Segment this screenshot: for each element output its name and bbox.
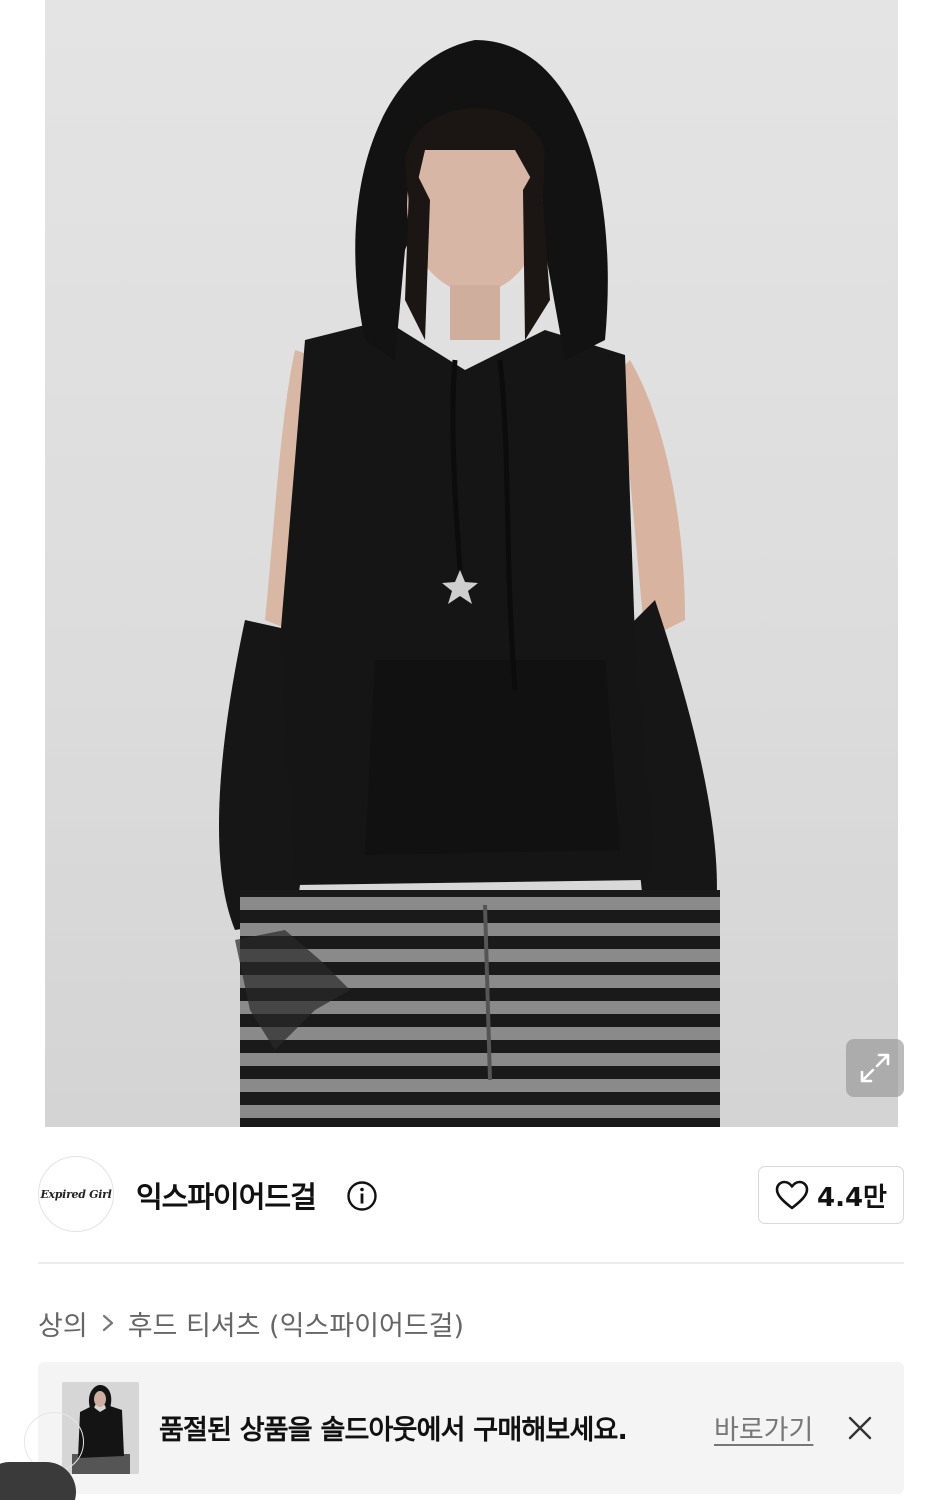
like-count: 4.4만 xyxy=(817,1182,887,1213)
chevron-right-icon xyxy=(102,1314,113,1332)
expand-image-button[interactable] xyxy=(846,1039,904,1097)
divider xyxy=(38,1262,904,1264)
brand-row: Expired Girl 익스파이어드걸 4.4만 xyxy=(38,1156,904,1232)
brand-name[interactable]: 익스파이어드걸 xyxy=(136,1174,317,1216)
banner-link[interactable]: 바로가기 xyxy=(714,1408,813,1447)
brand-logo-text: Expired Girl xyxy=(40,1187,112,1201)
breadcrumb-subcategory[interactable]: 후드 티셔츠 (익스파이어드걸) xyxy=(128,1304,464,1343)
product-photo[interactable] xyxy=(45,0,898,1127)
breadcrumb: 상의 후드 티셔츠 (익스파이어드걸) xyxy=(38,1304,464,1343)
expand-icon xyxy=(860,1053,890,1083)
brand-logo[interactable]: Expired Girl xyxy=(38,1156,114,1232)
heart-icon xyxy=(775,1180,809,1210)
soldout-banner[interactable]: 품절된 상품을 솔드아웃에서 구매해보세요. 바로가기 xyxy=(38,1362,904,1494)
floating-action-button[interactable] xyxy=(0,1462,76,1500)
banner-message: 품절된 상품을 솔드아웃에서 구매해보세요. xyxy=(159,1415,628,1446)
product-photo-illustration xyxy=(218,40,720,1127)
info-icon[interactable] xyxy=(346,1180,378,1212)
breadcrumb-category[interactable]: 상의 xyxy=(38,1304,88,1343)
product-image-section xyxy=(0,0,942,1127)
like-button[interactable]: 4.4만 xyxy=(758,1166,904,1224)
close-icon[interactable] xyxy=(846,1414,874,1442)
